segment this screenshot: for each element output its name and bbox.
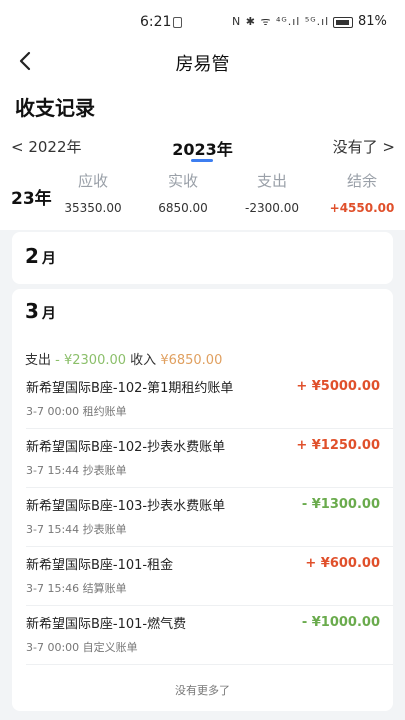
- record-item[interactable]: 新希望国际B座-102-第1期租约账单 + ¥5000.00 3-7 00:00…: [12, 370, 393, 429]
- record-date: 3-7 15:44: [26, 464, 80, 477]
- record-amount: - ¥1000.00: [301, 615, 380, 630]
- page-header: 收支记录 < 2022年 2023年 没有了 > 23年 应收 35350.00…: [0, 80, 405, 230]
- record-meta: 3-7 15:46 结算账单: [26, 580, 127, 596]
- month-number: 2: [25, 244, 39, 268]
- nav-bar: 房易管: [0, 44, 405, 80]
- record-item[interactable]: 新希望国际B座-102-抄表水费账单 + ¥1250.00 3-7 15:44 …: [12, 429, 393, 488]
- summary-label: 支出: [256, 172, 287, 190]
- summary-balance: 结余 +4550.00: [317, 170, 405, 215]
- year-next-button[interactable]: 没有了 >: [333, 136, 395, 157]
- summary-label: 应收: [77, 172, 108, 190]
- summary-value: -2300.00: [245, 201, 299, 215]
- record-meta: 3-7 00:00 租约账单: [26, 403, 127, 419]
- record-type: 自定义账单: [82, 641, 138, 654]
- record-item[interactable]: 新希望国际B座-103-抄表水费账单 - ¥1300.00 3-7 15:44 …: [12, 488, 393, 547]
- month-card-feb[interactable]: 2月: [12, 232, 393, 284]
- record-amount: + ¥1250.00: [296, 438, 380, 453]
- year-tab-indicator: [191, 159, 213, 162]
- record-amount: + ¥5000.00: [296, 379, 380, 394]
- record-type: 抄表账单: [82, 464, 127, 477]
- income-value: ¥6850.00: [160, 353, 223, 368]
- record-title: 新希望国际B座-103-抄表水费账单: [26, 499, 226, 514]
- record-type: 抄表账单: [82, 523, 127, 536]
- expense-value: - ¥2300.00: [55, 353, 127, 368]
- month-stats: 支出 - ¥2300.00 收入 ¥6850.00: [25, 349, 222, 368]
- record-type: 租约账单: [82, 405, 127, 418]
- sim-card-icon: [173, 17, 182, 28]
- page-title: 收支记录: [15, 96, 95, 120]
- record-title: 新希望国际B座-102-抄表水费账单: [26, 440, 226, 455]
- status-time: 6:21: [140, 14, 172, 30]
- summary-value: +4550.00: [329, 201, 395, 215]
- record-item[interactable]: 新希望国际B座-101-租金 + ¥600.00 3-7 15:46 结算账单: [12, 547, 393, 606]
- battery-icon: [333, 17, 353, 28]
- summary-received: 实收 6850.00: [138, 170, 228, 215]
- summary-label: 结余: [346, 172, 377, 190]
- income-label: 收入: [130, 353, 157, 368]
- summary-value: 6850.00: [158, 201, 208, 215]
- record-title: 新希望国际B座-101-燃气费: [26, 617, 187, 632]
- summary-expense: 支出 -2300.00: [227, 170, 317, 215]
- summary-label: 实收: [167, 172, 198, 190]
- month-title: 3月: [25, 299, 56, 323]
- summary-year-label: 23年: [11, 189, 52, 209]
- summary-value: 35350.00: [64, 201, 122, 215]
- record-type: 结算账单: [82, 582, 127, 595]
- month-unit: 月: [41, 306, 56, 322]
- record-date: 3-7 15:46: [26, 582, 80, 595]
- divider: [26, 664, 393, 665]
- network-icons: N ✱ ᯤ ⁴ᴳ.ıl ⁵ᴳ.ıl: [232, 15, 330, 28]
- expense-label: 支出: [25, 353, 52, 368]
- summary-receivable: 应收 35350.00: [48, 170, 138, 215]
- month-number: 3: [25, 299, 39, 323]
- nav-title: 房易管: [175, 54, 230, 75]
- month-card-mar: 3月 支出 - ¥2300.00 收入 ¥6850.00 新希望国际B座-102…: [12, 289, 393, 711]
- month-unit: 月: [41, 251, 56, 267]
- record-date: 3-7 00:00: [26, 641, 80, 654]
- record-amount: + ¥600.00: [305, 556, 380, 571]
- record-item[interactable]: 新希望国际B座-101-燃气费 - ¥1000.00 3-7 00:00 自定义…: [12, 606, 393, 665]
- list-end-text: 没有更多了: [175, 684, 230, 697]
- battery-percent: 81%: [358, 14, 387, 29]
- record-title: 新希望国际B座-102-第1期租约账单: [26, 381, 234, 396]
- record-meta: 3-7 15:44 抄表账单: [26, 462, 127, 478]
- record-meta: 3-7 00:00 自定义账单: [26, 639, 138, 655]
- month-title: 2月: [25, 244, 56, 268]
- record-date: 3-7 15:44: [26, 523, 80, 536]
- record-amount: - ¥1300.00: [301, 497, 380, 512]
- status-bar: 6:21 N ✱ ᯤ ⁴ᴳ.ıl ⁵ᴳ.ıl 81%: [0, 0, 405, 44]
- record-title: 新希望国际B座-101-租金: [26, 558, 174, 573]
- record-date: 3-7 00:00: [26, 405, 80, 418]
- record-meta: 3-7 15:44 抄表账单: [26, 521, 127, 537]
